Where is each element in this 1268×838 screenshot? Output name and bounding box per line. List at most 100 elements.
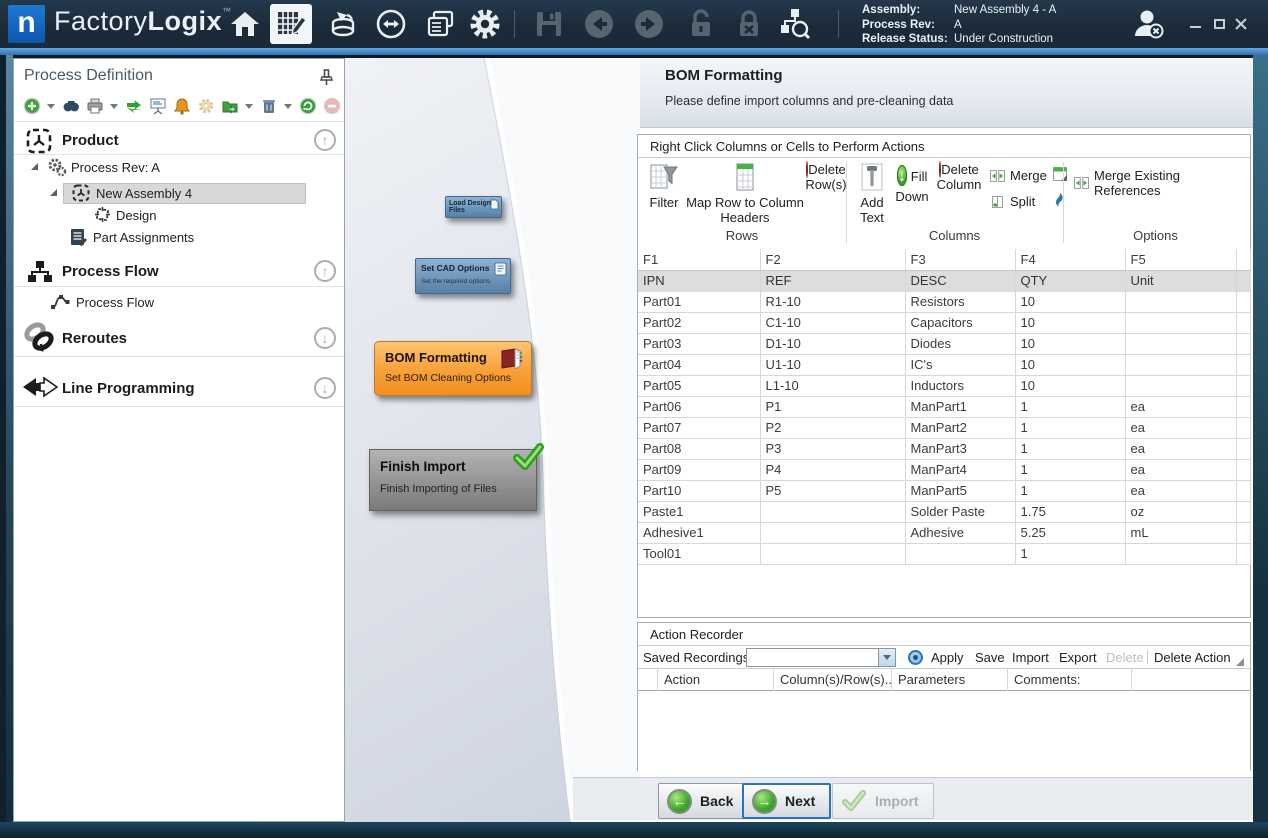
recorder-column-header[interactable]: Comments: [1008, 669, 1132, 691]
recorder-column-header[interactable]: Column(s)/Row(s)... [774, 669, 892, 691]
grid-cell[interactable]: Adhesive [905, 522, 1015, 543]
grid-cell[interactable]: F5 [1125, 249, 1236, 270]
user-logout-icon[interactable] [1128, 4, 1170, 44]
grid-cell[interactable]: 1.75 [1015, 501, 1125, 522]
pin-icon[interactable] [320, 69, 333, 86]
process-search-icon[interactable] [774, 4, 816, 44]
grid-cell[interactable]: P3 [760, 438, 905, 459]
settings-icon[interactable] [464, 4, 506, 44]
grid-cell[interactable]: Tool01 [638, 543, 760, 564]
grid-cell[interactable]: 10 [1015, 375, 1125, 396]
grid-cell[interactable]: ManPart1 [905, 396, 1015, 417]
tree-expander-icon[interactable] [50, 189, 57, 196]
grid-cell[interactable]: P2 [760, 417, 905, 438]
section-reroutes[interactable]: Reroutes [62, 330, 127, 347]
grid-cell[interactable]: F3 [905, 249, 1015, 270]
grid-cell[interactable]: Diodes [905, 333, 1015, 354]
grid-cell[interactable]: ManPart3 [905, 438, 1015, 459]
grid-cell[interactable]: Part05 [638, 375, 760, 396]
presentation-icon[interactable] [148, 97, 167, 116]
grid-cell-empty[interactable] [1236, 312, 1250, 333]
grid-cell-empty[interactable] [1236, 501, 1250, 522]
forward-icon[interactable] [628, 4, 670, 44]
flow-step-set-cad-options[interactable]: Set CAD Options Set the required options [415, 258, 511, 294]
refresh-icon[interactable] [298, 97, 317, 116]
saved-recordings-select[interactable] [746, 648, 896, 667]
table-action-icon[interactable] [1052, 166, 1068, 182]
grid-cell[interactable] [1125, 375, 1236, 396]
add-text-button[interactable]: Add Text [852, 162, 892, 225]
merge-button[interactable]: Merge [990, 168, 1047, 183]
next-button[interactable]: → Next [742, 783, 831, 819]
tree-expander-icon[interactable] [31, 163, 38, 170]
flow-step-finish-import[interactable]: Finish Import Finish Importing of Files [369, 449, 537, 511]
add-dropdown-icon[interactable] [47, 104, 55, 109]
tree-item-process-flow[interactable]: Process Flow [76, 295, 154, 310]
grid-cell[interactable]: oz [1125, 501, 1236, 522]
grid-cell[interactable]: ManPart5 [905, 480, 1015, 501]
process-definition-icon[interactable] [270, 4, 312, 44]
bell-icon[interactable] [172, 97, 191, 116]
expand-reroutes-icon[interactable]: ↓ [314, 327, 336, 349]
grid-cell[interactable] [1125, 354, 1236, 375]
apply-button[interactable]: Apply [931, 650, 964, 665]
grid-cell[interactable]: U1-10 [760, 354, 905, 375]
section-line-programming[interactable]: Line Programming [62, 380, 195, 397]
grid-cell[interactable]: 10 [1015, 291, 1125, 312]
grid-cell-empty[interactable] [1236, 270, 1250, 291]
grid-cell-empty[interactable] [1236, 333, 1250, 354]
chevron-down-icon[interactable] [878, 649, 895, 666]
grid-cell[interactable]: ManPart2 [905, 417, 1015, 438]
sync-arrows-icon[interactable] [124, 97, 143, 116]
grid-cell[interactable]: IC's [905, 354, 1015, 375]
save-icon[interactable] [528, 4, 570, 44]
recorder-column-header[interactable]: Action [658, 669, 774, 691]
grid-cell[interactable]: Capacitors [905, 312, 1015, 333]
transfer-icon[interactable] [370, 4, 412, 44]
grid-cell[interactable]: DESC [905, 270, 1015, 291]
grid-cell[interactable]: P1 [760, 396, 905, 417]
collapse-product-icon[interactable]: ↑ [314, 129, 336, 151]
map-row-button[interactable]: Map Row to Column Headers [686, 162, 804, 225]
grid-cell-empty[interactable] [1236, 354, 1250, 375]
grid-cell[interactable]: 10 [1015, 333, 1125, 354]
grid-cell[interactable]: ea [1125, 459, 1236, 480]
grid-cell-empty[interactable] [1236, 522, 1250, 543]
grid-cell[interactable]: Adhesive1 [638, 522, 760, 543]
grid-cell[interactable]: 1 [1015, 417, 1125, 438]
grid-cell[interactable]: Part06 [638, 396, 760, 417]
grid-cell[interactable]: 1 [1015, 438, 1125, 459]
grid-cell[interactable]: mL [1125, 522, 1236, 543]
export-dropdown-icon[interactable] [245, 104, 253, 109]
add-icon[interactable] [22, 97, 41, 116]
export-recording-button[interactable]: Export [1059, 650, 1097, 665]
grid-cell[interactable]: P5 [760, 480, 905, 501]
flow-step-load-design-files[interactable]: Load Design Files [445, 196, 502, 218]
merge-existing-references-button[interactable]: Merge Existing References [1074, 168, 1250, 198]
grid-cell-empty[interactable] [1236, 417, 1250, 438]
export-folder-icon[interactable] [220, 97, 239, 116]
grid-cell[interactable]: Inductors [905, 375, 1015, 396]
delete-rows-button[interactable]: Delete Row(s) [804, 162, 848, 192]
delete-column-button[interactable]: Delete Column [932, 162, 986, 192]
grid-cell-empty[interactable] [1236, 543, 1250, 564]
grid-cell[interactable]: Part09 [638, 459, 760, 480]
grid-cell[interactable]: C1-10 [760, 312, 905, 333]
trash-dropdown-icon[interactable] [284, 104, 292, 109]
grid-cell[interactable]: P4 [760, 459, 905, 480]
grid-cell[interactable]: 1 [1015, 480, 1125, 501]
grid-cell[interactable]: ManPart4 [905, 459, 1015, 480]
grid-cell[interactable]: Resistors [905, 291, 1015, 312]
fill-down-button[interactable]: ↓ Fill Down [892, 162, 932, 204]
close-icon[interactable] [1230, 14, 1252, 34]
gear-icon[interactable] [196, 97, 215, 116]
section-process-flow[interactable]: Process Flow [62, 263, 159, 280]
unlock-icon[interactable] [680, 4, 722, 44]
grid-cell[interactable]: 1 [1015, 459, 1125, 480]
grid-cell[interactable] [1125, 543, 1236, 564]
grid-cell[interactable] [760, 543, 905, 564]
back-button[interactable]: ← Back [658, 783, 748, 819]
grid-cell[interactable]: Part10 [638, 480, 760, 501]
grid-cell[interactable]: Solder Paste [905, 501, 1015, 522]
minimize-icon[interactable] [1184, 14, 1206, 34]
